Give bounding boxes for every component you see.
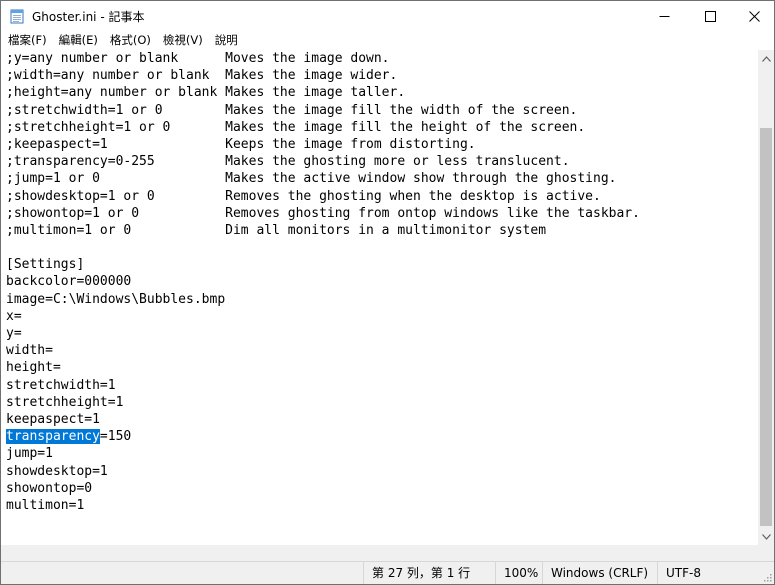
text-line[interactable]: ;y=any number or blank Moves the image d… bbox=[6, 50, 640, 67]
horizontal-scroll-area bbox=[1, 545, 774, 561]
line-text: =150 bbox=[99, 429, 132, 445]
editor-content[interactable]: ;y=any number or blank Moves the image d… bbox=[6, 50, 640, 514]
line-text: width= bbox=[6, 343, 53, 359]
zoom-level: 100% bbox=[495, 562, 538, 584]
text-line[interactable]: showdesktop=1 bbox=[6, 463, 640, 480]
line-text: ;stretchheight=1 or 0 Makes the image fi… bbox=[6, 119, 586, 135]
window-title: Ghoster.ini - 記事本 bbox=[32, 10, 145, 24]
line-text: height= bbox=[6, 360, 61, 376]
line-text: ;showdesktop=1 or 0 Removes the ghosting… bbox=[6, 188, 601, 204]
chevron-up-icon bbox=[761, 55, 771, 62]
line-text: ;showontop=1 or 0 Removes ghosting from … bbox=[6, 205, 640, 221]
text-line[interactable]: ;showontop=1 or 0 Removes ghosting from … bbox=[6, 205, 640, 222]
line-text: ;y=any number or blank Moves the image d… bbox=[6, 51, 390, 66]
minimize-button[interactable] bbox=[641, 1, 687, 31]
maximize-button[interactable] bbox=[687, 1, 733, 31]
text-line[interactable]: image=C:\Windows\Bubbles.bmp bbox=[6, 291, 640, 308]
text-line[interactable]: ;showdesktop=1 or 0 Removes the ghosting… bbox=[6, 188, 640, 205]
text-line[interactable]: ;multimon=1 or 0 Dim all monitors in a m… bbox=[6, 222, 640, 239]
close-button[interactable] bbox=[731, 1, 775, 31]
text-line[interactable]: backcolor=000000 bbox=[6, 273, 640, 290]
text-line[interactable]: ;transparency=0-255 Makes the ghosting m… bbox=[6, 153, 640, 170]
text-line[interactable]: [Settings] bbox=[6, 256, 640, 273]
title-bar[interactable]: Ghoster.ini - 記事本 bbox=[1, 1, 774, 31]
resize-grip-icon[interactable] bbox=[762, 572, 772, 582]
text-line[interactable] bbox=[6, 239, 640, 256]
line-text: multimon=1 bbox=[6, 497, 85, 513]
menu-file[interactable]: 檔案(F) bbox=[1, 31, 53, 50]
text-line[interactable]: transparency=150 bbox=[6, 428, 640, 445]
text-line[interactable]: jump=1 bbox=[6, 445, 640, 462]
line-text: ;stretchwidth=1 or 0 Makes the image fil… bbox=[6, 102, 578, 118]
status-bar: 第 27 列，第 1 行 100% Windows (CRLF) UTF-8 bbox=[1, 561, 774, 584]
text-editor[interactable]: ;y=any number or blank Moves the image d… bbox=[1, 50, 758, 545]
vertical-scrollbar[interactable] bbox=[758, 50, 774, 545]
text-line[interactable]: ;stretchheight=1 or 0 Makes the image fi… bbox=[6, 119, 640, 136]
encoding: UTF-8 bbox=[657, 562, 701, 584]
menu-view[interactable]: 檢視(V) bbox=[157, 31, 209, 50]
menu-bar: 檔案(F) 編輯(E) 格式(O) 檢視(V) 說明 bbox=[1, 31, 774, 50]
menu-help[interactable]: 說明 bbox=[209, 31, 244, 50]
line-text: stretchheight=1 bbox=[6, 394, 124, 410]
text-line[interactable]: ;width=any number or blank Makes the ima… bbox=[6, 67, 640, 84]
text-line[interactable]: stretchwidth=1 bbox=[6, 377, 640, 394]
text-line[interactable]: multimon=1 bbox=[6, 497, 640, 514]
menu-edit[interactable]: 編輯(E) bbox=[53, 31, 104, 50]
line-text: keepaspect=1 bbox=[6, 411, 100, 427]
notepad-window: Ghoster.ini - 記事本 檔案(F) 編輯(E) 格式(O) 檢視(V… bbox=[0, 0, 775, 585]
line-text: jump=1 bbox=[6, 446, 53, 462]
line-ending: Windows (CRLF) bbox=[542, 562, 648, 584]
scroll-up-button[interactable] bbox=[758, 50, 774, 67]
chevron-down-icon bbox=[761, 533, 771, 540]
text-line[interactable]: stretchheight=1 bbox=[6, 394, 640, 411]
text-line[interactable]: showontop=0 bbox=[6, 480, 640, 497]
line-text: ;transparency=0-255 Makes the ghosting m… bbox=[6, 154, 570, 170]
text-line[interactable]: x= bbox=[6, 308, 640, 325]
line-text: ;keepaspect=1 Keeps the image from disto… bbox=[6, 136, 476, 152]
menu-format[interactable]: 格式(O) bbox=[104, 31, 157, 50]
line-text: showontop=0 bbox=[6, 480, 93, 496]
selected-text[interactable]: transparency bbox=[6, 429, 100, 445]
text-line[interactable]: keepaspect=1 bbox=[6, 411, 640, 428]
close-icon bbox=[748, 10, 760, 22]
text-line[interactable]: height= bbox=[6, 359, 640, 376]
maximize-icon bbox=[704, 10, 716, 22]
text-line[interactable]: ;stretchwidth=1 or 0 Makes the image fil… bbox=[6, 102, 640, 119]
line-text: ;multimon=1 or 0 Dim all monitors in a m… bbox=[6, 222, 547, 238]
text-line[interactable]: y= bbox=[6, 325, 640, 342]
minimize-icon bbox=[659, 15, 669, 17]
line-text: x= bbox=[6, 308, 22, 324]
cursor-position: 第 27 列，第 1 行 bbox=[363, 562, 470, 584]
line-text: ;jump=1 or 0 Makes the active window sho… bbox=[6, 171, 617, 187]
line-text: backcolor=000000 bbox=[6, 274, 132, 290]
notepad-icon bbox=[10, 9, 24, 24]
scroll-thumb[interactable] bbox=[760, 128, 772, 526]
text-line[interactable]: ;keepaspect=1 Keeps the image from disto… bbox=[6, 136, 640, 153]
line-text: stretchwidth=1 bbox=[6, 377, 116, 393]
line-text: showdesktop=1 bbox=[6, 463, 108, 479]
text-line[interactable]: ;jump=1 or 0 Makes the active window sho… bbox=[6, 170, 640, 187]
line-text: image=C:\Windows\Bubbles.bmp bbox=[6, 291, 226, 307]
line-text: ;height=any number or blank Makes the im… bbox=[6, 85, 406, 101]
scroll-down-button[interactable] bbox=[758, 528, 774, 545]
line-text: y= bbox=[6, 326, 22, 341]
line-text: ;width=any number or blank Makes the ima… bbox=[6, 68, 398, 84]
line-text: [Settings] bbox=[6, 257, 85, 273]
text-line[interactable]: ;height=any number or blank Makes the im… bbox=[6, 84, 640, 101]
text-line[interactable]: width= bbox=[6, 342, 640, 359]
